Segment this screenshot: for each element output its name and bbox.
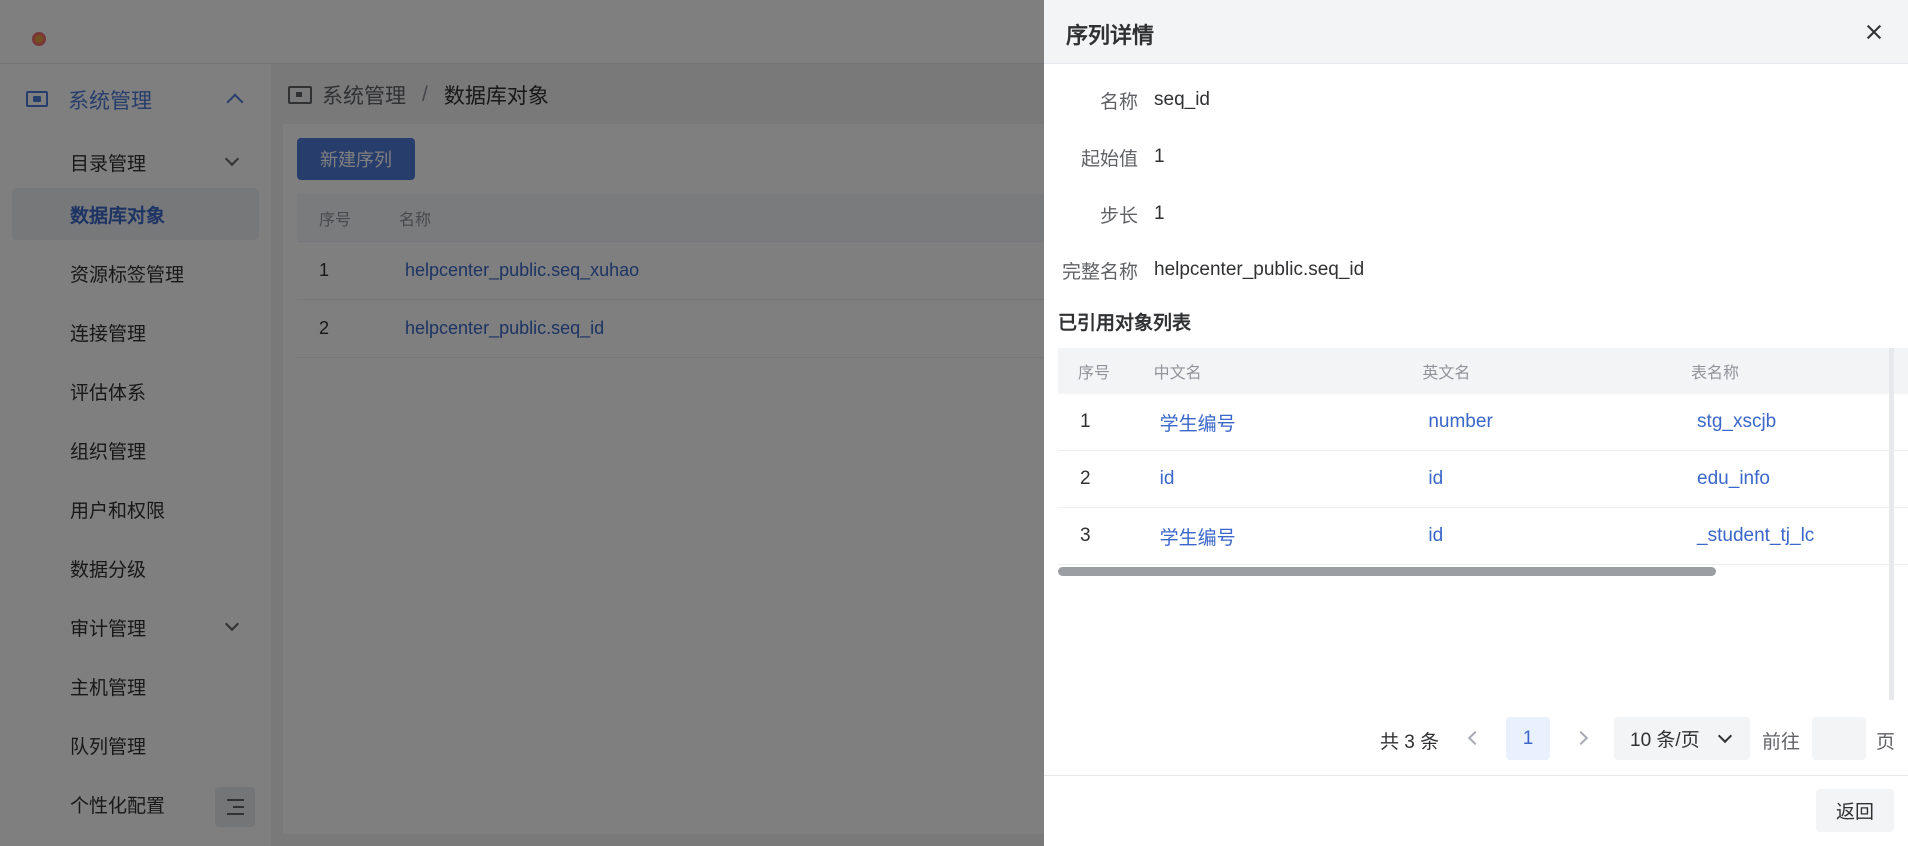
table-row: 1 学生编号 number stg_xscjb — [1058, 394, 1908, 451]
field-step: 步长 1 — [1044, 198, 1908, 230]
table-name-link[interactable]: _student_tj_lc — [1689, 525, 1908, 547]
table-name-link[interactable]: edu_info — [1689, 468, 1908, 490]
pagination-total: 共 3 条 — [1380, 732, 1440, 753]
field-full-name: 完整名称 helpcenter_public.seq_id — [1044, 254, 1908, 286]
row-index: 3 — [1080, 525, 1091, 546]
table-row: 2 id id edu_info — [1058, 451, 1908, 508]
table-header: 序号 中文名 英文名 表名称 — [1058, 348, 1908, 394]
english-name-link[interactable]: id — [1420, 525, 1689, 547]
page-number-button[interactable]: 1 — [1506, 717, 1550, 760]
table-fixed-column-shadow — [1889, 348, 1894, 700]
close-icon[interactable] — [1862, 20, 1886, 44]
pagination: 共 3 条 1 10 条/页 前往 页 — [1044, 716, 1908, 762]
field-label: 完整名称 — [1061, 261, 1138, 283]
english-name-link[interactable]: number — [1420, 411, 1689, 433]
goto-label: 前往 — [1762, 732, 1801, 753]
field-start-value: 起始值 1 — [1044, 141, 1908, 173]
horizontal-scrollbar[interactable] — [1058, 567, 1716, 576]
english-name-link[interactable]: id — [1420, 468, 1689, 490]
field-value: 1 — [1154, 146, 1165, 167]
drawer-header: 序列详情 — [1044, 0, 1908, 64]
row-index: 1 — [1080, 411, 1091, 432]
page-size-value: 10 条/页 — [1630, 730, 1700, 751]
header-english-name: 英文名 — [1422, 365, 1471, 382]
chinese-name-link[interactable]: id — [1152, 468, 1421, 490]
chevron-right-icon[interactable] — [1573, 730, 1589, 746]
field-label: 起始值 — [1080, 148, 1138, 170]
header-chinese-name: 中文名 — [1153, 365, 1202, 382]
sequence-detail-drawer: 序列详情 名称 seq_id 起始值 1 步长 1 完整名称 helpcente… — [1044, 0, 1908, 846]
field-label: 名称 — [1099, 91, 1138, 113]
table-name-link[interactable]: stg_xscjb — [1689, 411, 1908, 433]
goto-page-input[interactable] — [1812, 717, 1866, 760]
field-label: 步长 — [1099, 205, 1138, 227]
field-value: 1 — [1154, 203, 1165, 224]
field-value: helpcenter_public.seq_id — [1154, 259, 1365, 280]
field-name: 名称 seq_id — [1044, 84, 1908, 116]
chinese-name-link[interactable]: 学生编号 — [1152, 523, 1421, 550]
table-row: 3 学生编号 id _student_tj_lc — [1058, 508, 1908, 565]
field-value: seq_id — [1154, 89, 1210, 110]
drawer-title: 序列详情 — [1066, 23, 1155, 48]
header-index: 序号 — [1078, 365, 1111, 382]
drawer-footer: 返回 — [1044, 775, 1908, 846]
row-index: 2 — [1080, 468, 1091, 489]
header-table-name: 表名称 — [1691, 365, 1740, 382]
referenced-objects-title: 已引用对象列表 — [1058, 313, 1192, 334]
page-suffix: 页 — [1876, 732, 1896, 753]
chevron-left-icon[interactable] — [1467, 730, 1483, 746]
back-button[interactable]: 返回 — [1816, 789, 1894, 832]
page-size-select[interactable]: 10 条/页 — [1614, 717, 1750, 760]
referenced-objects-table: 序号 中文名 英文名 表名称 1 学生编号 number stg_xscjb 2… — [1058, 348, 1908, 700]
chevron-down-icon — [1717, 728, 1733, 744]
chinese-name-link[interactable]: 学生编号 — [1152, 409, 1421, 436]
